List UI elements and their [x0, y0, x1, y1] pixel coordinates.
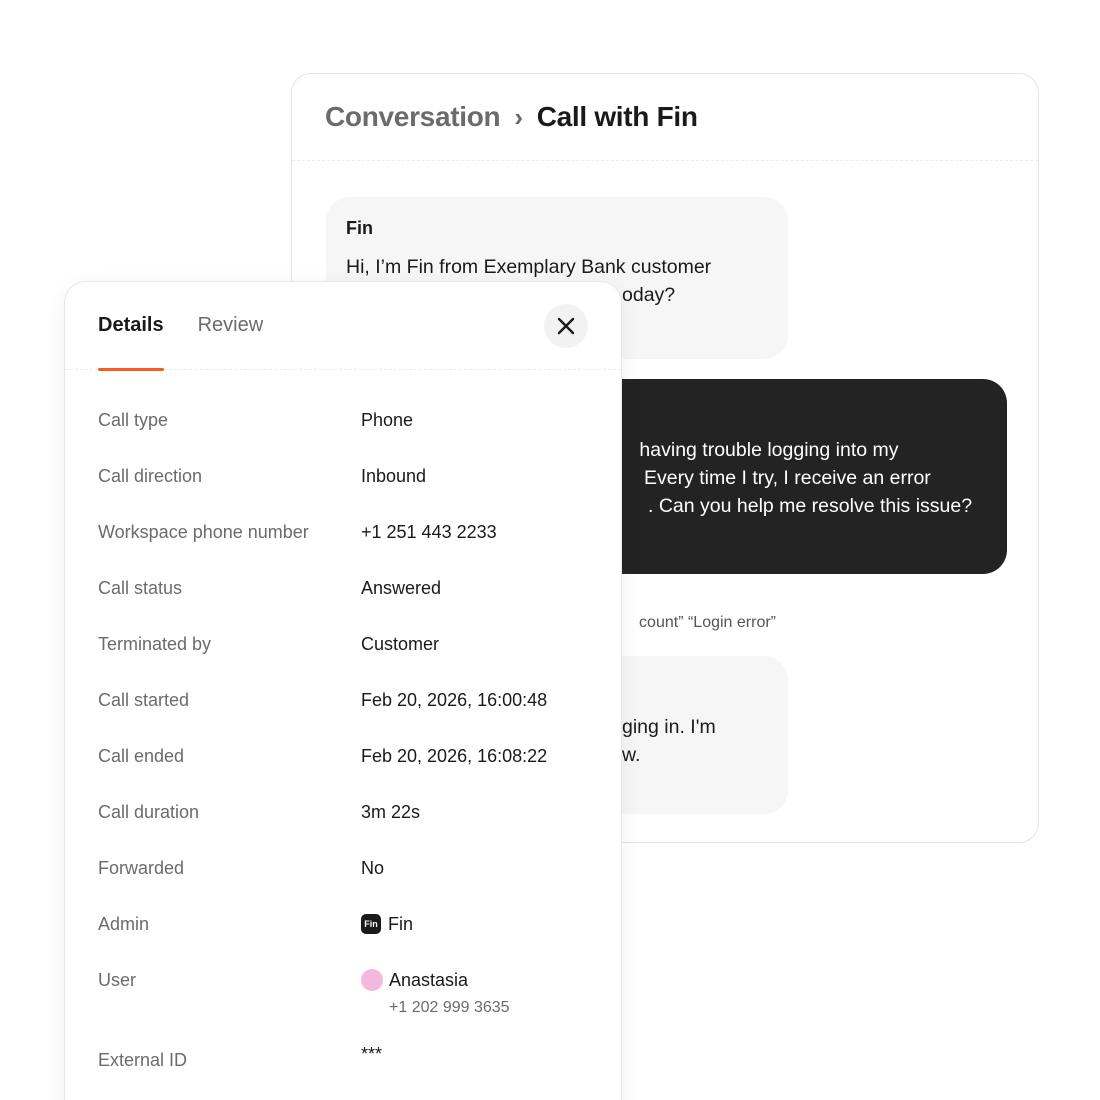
detail-label: External ID: [98, 1050, 188, 1070]
detail-label: Call direction: [98, 466, 203, 486]
detail-row-terminated-by: Terminated by Customer: [98, 632, 588, 660]
detail-label: User: [98, 970, 137, 990]
detail-row-call-duration: Call duration 3m 22s: [98, 800, 588, 828]
detail-label: Forwarded: [98, 858, 185, 878]
tab-bar: Details Review: [65, 282, 621, 371]
avatar: [361, 969, 383, 991]
detail-row-call-direction: Call direction Inbound: [98, 464, 588, 492]
detail-label: Workspace phone number: [98, 522, 309, 542]
detail-label: Call started: [98, 690, 190, 710]
detail-label: Call type: [98, 410, 169, 430]
detail-value: Answered: [361, 578, 442, 598]
detail-value: ***: [361, 1044, 383, 1064]
detail-value: Feb 20, 2026, 16:00:48: [361, 690, 548, 710]
detail-label: Call duration: [98, 802, 200, 822]
detail-row-user: User Anastasia +1 202 999 3635: [98, 968, 588, 1016]
detail-value: Phone: [361, 410, 414, 430]
close-button[interactable]: [544, 304, 588, 348]
message-sender: Fin: [346, 218, 373, 238]
breadcrumb-conversation[interactable]: Conversation: [325, 101, 501, 133]
stage: Conversation › Call with Fin Fin Hi, I’m…: [0, 0, 1100, 1100]
detail-row-call-ended: Call ended Feb 20, 2026, 16:08:22: [98, 744, 588, 772]
detail-label: Call ended: [98, 746, 185, 766]
detail-row-forwarded: Forwarded No: [98, 856, 588, 884]
admin-name: Fin: [388, 914, 414, 934]
detail-value: Customer: [361, 634, 440, 654]
detail-label: Admin: [98, 914, 150, 934]
detail-row-admin: Admin Fin Fin: [98, 912, 588, 940]
close-icon: [557, 317, 575, 335]
detail-value: No: [361, 858, 385, 878]
detail-row-call-started: Call started Feb 20, 2026, 16:00:48: [98, 688, 588, 716]
detail-value: 3m 22s: [361, 802, 421, 822]
detail-value: Inbound: [361, 466, 427, 486]
tab-details[interactable]: Details: [98, 282, 164, 371]
user-name: Anastasia: [389, 970, 469, 990]
message-line: Hi, I’m Fin from Exemplary Bank customer: [346, 256, 712, 278]
detail-value: Feb 20, 2026, 16:08:22: [361, 746, 548, 766]
details-panel: Details Review Call type Phone Call dire…: [64, 281, 622, 1100]
detail-row-workspace-phone: Workspace phone number +1 251 443 2233: [98, 520, 588, 548]
detail-label: Terminated by: [98, 634, 212, 654]
detail-value-user[interactable]: Anastasia: [361, 968, 468, 992]
detail-value-admin[interactable]: Fin Fin: [361, 912, 413, 936]
breadcrumb-separator: ›: [514, 101, 523, 132]
detail-value: +1 251 443 2233: [361, 522, 497, 542]
fin-logo-icon: Fin: [361, 914, 381, 934]
detail-row-external-id: External ID ***: [98, 1044, 588, 1076]
tab-review[interactable]: Review: [198, 282, 264, 370]
breadcrumb: Conversation › Call with Fin: [292, 74, 1038, 161]
detail-label: Call status: [98, 578, 183, 598]
page-title: Call with Fin: [536, 101, 698, 132]
user-phone: +1 202 999 3635: [389, 999, 510, 1016]
detail-row-call-type: Call type Phone: [98, 408, 588, 436]
detail-row-call-status: Call status Answered: [98, 576, 588, 604]
